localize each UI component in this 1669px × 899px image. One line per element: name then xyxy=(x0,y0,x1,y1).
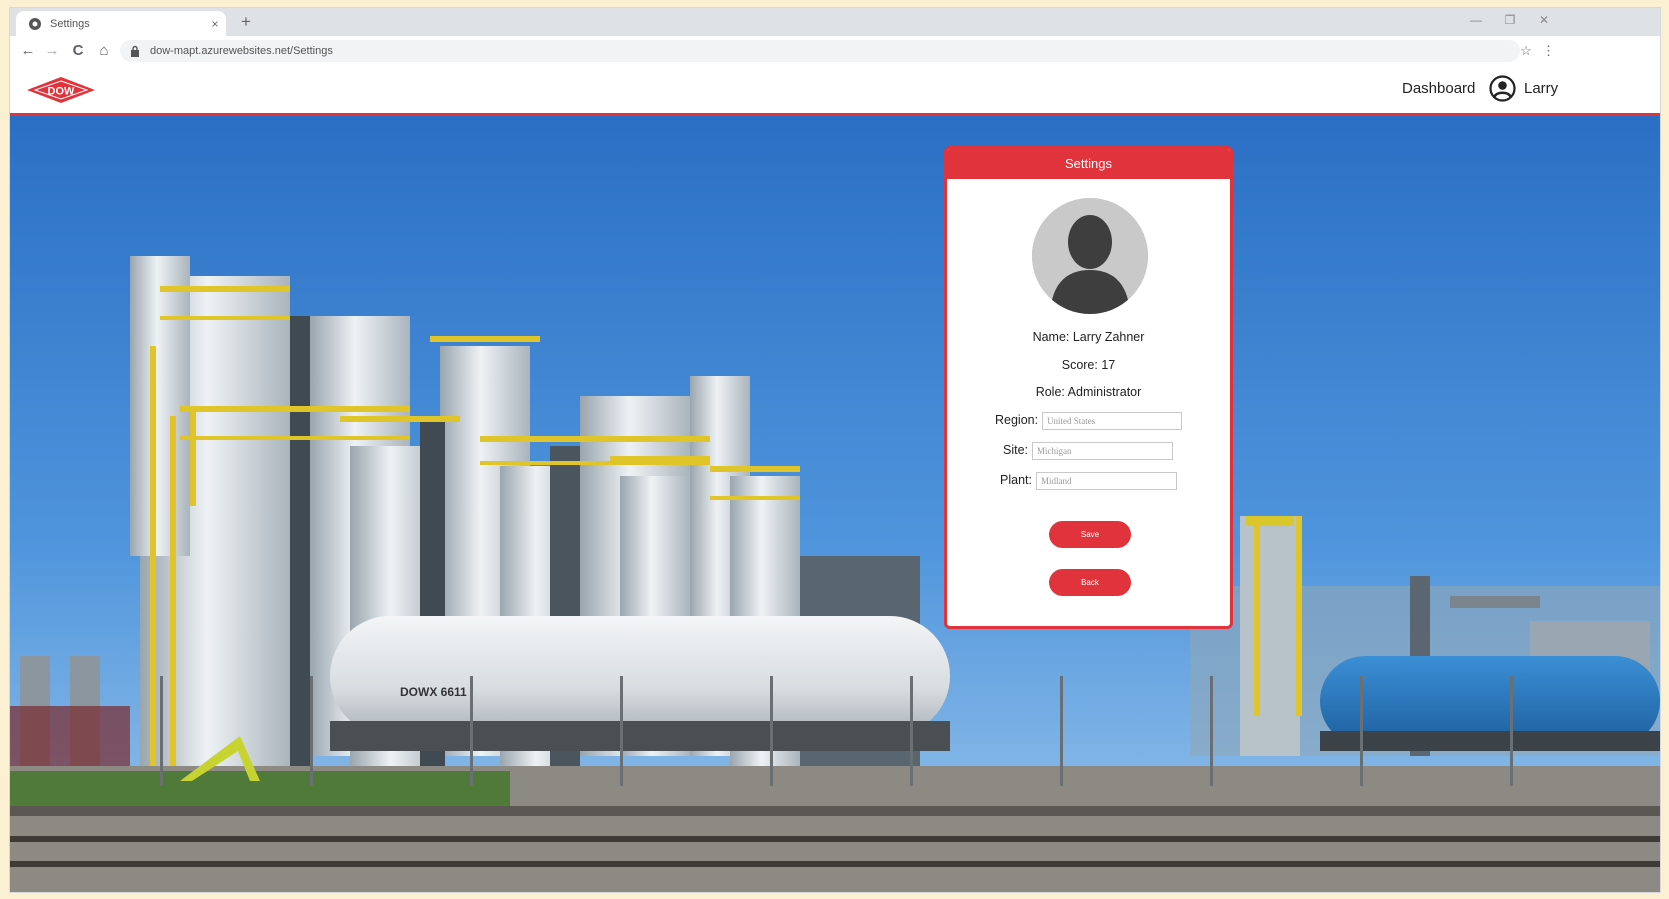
restore-icon[interactable]: ❐ xyxy=(1496,13,1524,27)
tab-title: Settings xyxy=(50,17,90,30)
region-field-row: Region: xyxy=(947,412,1230,430)
bookmark-star-icon[interactable]: ☆ xyxy=(1518,43,1534,59)
user-name[interactable]: Larry xyxy=(1524,80,1558,97)
home-icon[interactable]: ⌂ xyxy=(94,42,114,60)
site-label: Site: xyxy=(1003,443,1029,457)
railcar-marking: DOWX 6611 xyxy=(400,685,467,699)
settings-gear-icon xyxy=(28,17,42,31)
address-url: dow-mapt.azurewebsites.net/Settings xyxy=(150,45,333,57)
window-close-icon[interactable]: ✕ xyxy=(1530,13,1558,27)
plant-field-row: Plant: xyxy=(947,472,1230,490)
plant-label: Plant: xyxy=(1000,473,1032,487)
address-bar[interactable]: dow-mapt.azurewebsites.net/Settings xyxy=(120,40,1520,62)
plant-background-image: DOWX 6611 xyxy=(10,116,1660,892)
minimize-icon[interactable]: — xyxy=(1462,13,1490,27)
site-header: DOW Dashboard Larry xyxy=(10,66,1660,116)
profile-avatar-icon xyxy=(1032,198,1148,314)
region-label: Region: xyxy=(995,413,1039,427)
forward-arrow-icon[interactable]: → xyxy=(42,42,62,60)
dow-logo[interactable]: DOW xyxy=(26,76,96,104)
lock-icon xyxy=(130,45,140,57)
nav-dashboard-link[interactable]: Dashboard xyxy=(1402,80,1475,97)
back-arrow-icon[interactable]: ← xyxy=(18,42,38,60)
site-field-row: Site: xyxy=(947,442,1230,460)
region-input[interactable] xyxy=(1042,412,1182,430)
back-button[interactable]: Back xyxy=(1049,569,1131,596)
profile-role: Role: Administrator xyxy=(1035,385,1142,399)
user-account-icon[interactable] xyxy=(1489,75,1516,102)
plant-input[interactable] xyxy=(1036,472,1177,490)
browser-toolbar: ← → C ⌂ dow-mapt.azurewebsites.net/Setti… xyxy=(10,36,1660,67)
reload-icon[interactable]: C xyxy=(68,42,88,60)
profile-score: Score: 17 xyxy=(1061,358,1116,372)
svg-text:DOW: DOW xyxy=(48,86,76,98)
save-button[interactable]: Save xyxy=(1049,521,1131,548)
site-input[interactable] xyxy=(1032,442,1173,460)
browser-menu-icon[interactable]: ⋮ xyxy=(1542,43,1555,59)
tab-strip: Settings × + — ❐ ✕ xyxy=(10,8,1660,36)
settings-card: Settings Name: Larry Zahner Score: 17 Ro… xyxy=(944,146,1233,629)
new-tab-icon[interactable]: + xyxy=(236,12,256,32)
settings-card-title: Settings xyxy=(947,149,1230,179)
tab-close-icon[interactable]: × xyxy=(204,17,226,31)
browser-tab[interactable]: Settings × xyxy=(16,11,226,36)
profile-name: Name: Larry Zahner xyxy=(1032,330,1145,344)
browser-window: Settings × + — ❐ ✕ ← → C ⌂ dow-mapt.azur… xyxy=(9,7,1661,893)
